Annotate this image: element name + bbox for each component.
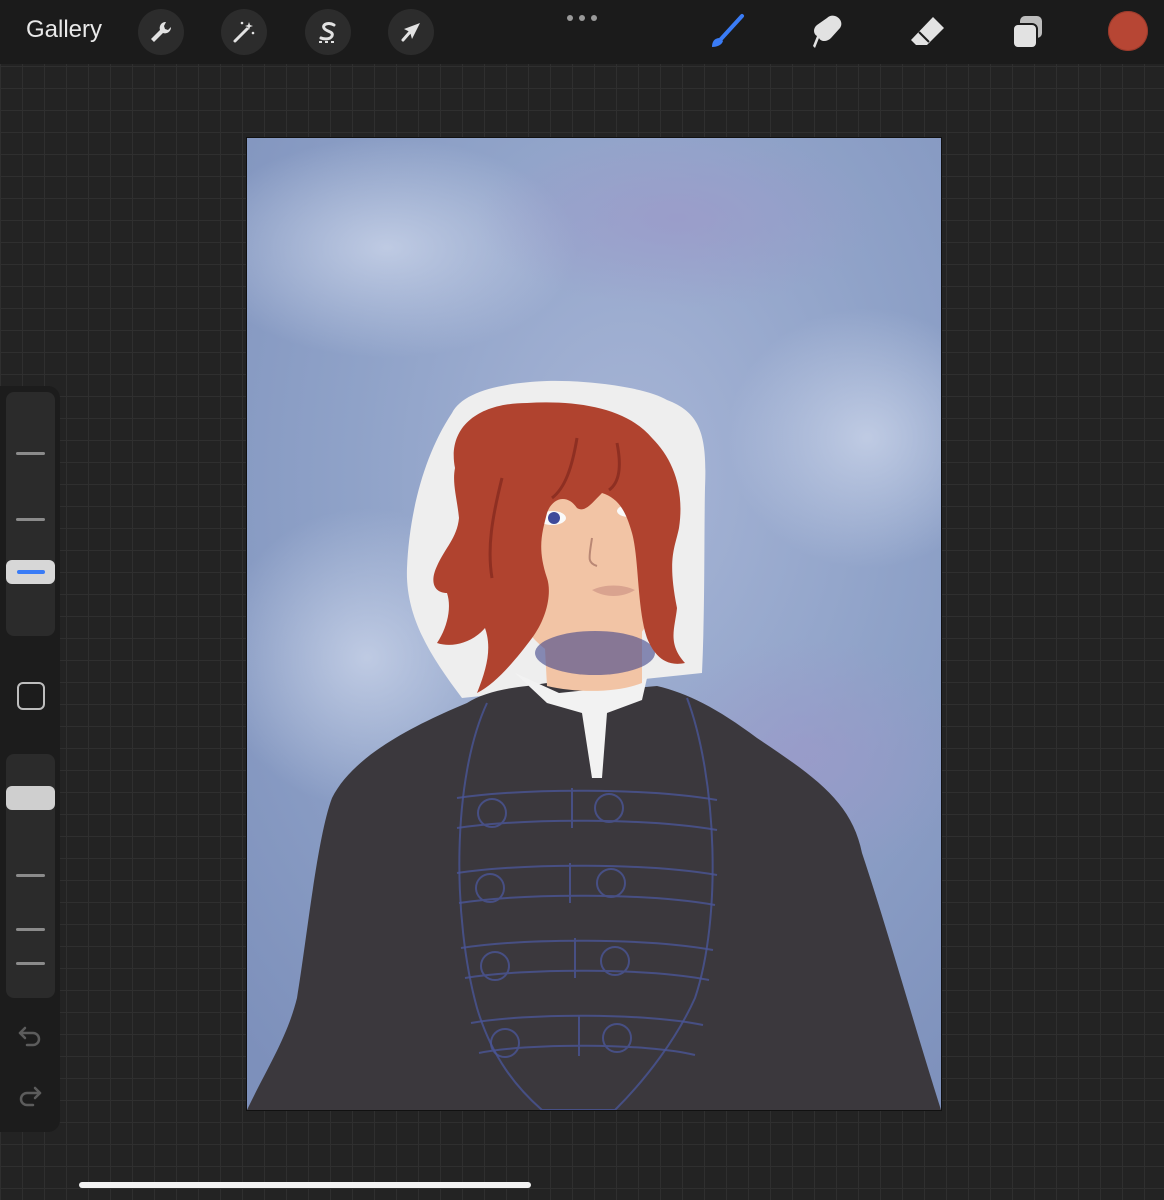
selection-s-icon[interactable] — [305, 9, 351, 55]
slider-tick — [16, 518, 45, 521]
wrench-icon[interactable] — [138, 9, 184, 55]
left-iris — [548, 512, 560, 524]
layers-icon[interactable] — [1008, 12, 1048, 52]
magic-wand-icon[interactable] — [221, 9, 267, 55]
current-color-swatch[interactable] — [1108, 11, 1148, 51]
square-modifier-icon[interactable] — [17, 682, 45, 710]
opacity-thumb[interactable] — [6, 786, 55, 810]
brush-size-slider[interactable] — [6, 392, 55, 636]
slider-tick — [16, 962, 45, 965]
smudge-icon[interactable] — [807, 12, 847, 52]
eraser-icon[interactable] — [907, 12, 947, 52]
more-dots-icon[interactable] — [566, 10, 598, 31]
slider-tick — [16, 874, 45, 877]
sidebar — [0, 386, 60, 1132]
drawing-canvas[interactable] — [247, 138, 941, 1110]
undo-icon[interactable] — [17, 1022, 43, 1053]
transform-arrow-icon[interactable] — [388, 9, 434, 55]
home-indicator[interactable] — [79, 1182, 531, 1188]
chin-shadow — [535, 631, 655, 675]
opacity-slider[interactable] — [6, 754, 55, 998]
slider-tick — [16, 452, 45, 455]
redo-icon[interactable] — [17, 1082, 43, 1113]
brush-icon[interactable] — [706, 12, 746, 52]
gallery-button[interactable]: Gallery — [26, 16, 102, 44]
brush-size-thumb[interactable] — [6, 560, 55, 584]
slider-tick — [16, 928, 45, 931]
top-toolbar: Gallery — [0, 0, 1164, 64]
